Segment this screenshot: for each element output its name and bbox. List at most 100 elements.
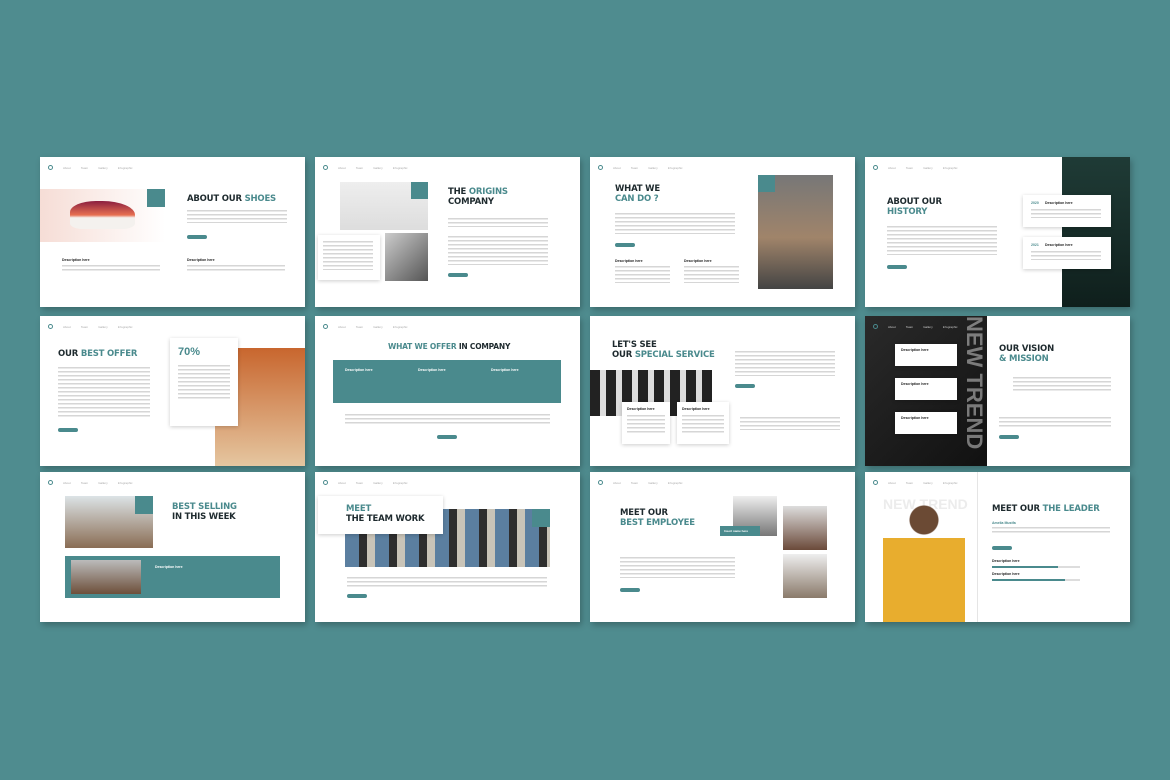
slide-best-offer[interactable]: About Team Gallery Infographic OUR BEST OFF…	[40, 316, 305, 466]
nav-item: Team	[905, 165, 914, 170]
nav-item: Gallery	[98, 480, 108, 485]
description-label: Description here	[901, 348, 929, 352]
icon-box	[532, 509, 550, 527]
slide-origins[interactable]: About Team Gallery Infographic THE ORIGINS C…	[315, 157, 580, 307]
title-card: MEET THE TEAM WORK	[318, 496, 443, 534]
nav-item: Infographic	[942, 480, 958, 485]
slide-leader[interactable]: AboutTeamGalleryInfographic NEW TREND ME…	[865, 472, 1130, 622]
learn-more-button[interactable]	[620, 588, 640, 592]
slide-vision-mission[interactable]: About Team Gallery Infographic NEW TREND De…	[865, 316, 1130, 466]
description-label: Description here	[418, 368, 446, 372]
learn-more-button[interactable]	[187, 235, 207, 239]
learn-more-button[interactable]	[347, 594, 367, 598]
slide-about-shoes[interactable]: About Team Gallery Infographic ABOUT OUR SH…	[40, 157, 305, 307]
boot-photo	[758, 175, 833, 289]
learn-more-button[interactable]	[735, 384, 755, 388]
nav-item: Gallery	[648, 480, 658, 485]
slide-history[interactable]: About Team Gallery Infographic ABOUT OUR HIS…	[865, 157, 1130, 307]
description-label: Description here	[901, 416, 929, 420]
nav-item: About	[338, 165, 346, 170]
nav-item: Infographic	[667, 480, 683, 485]
slide-title: MEET OUR	[992, 504, 1043, 514]
description-label: Description here	[627, 407, 655, 411]
slide-title: OUR	[58, 349, 81, 359]
learn-more-button[interactable]	[58, 428, 78, 432]
slide-special-service[interactable]: LET'S SEE OUR SPECIAL SERVICE Description…	[590, 316, 855, 466]
slide-title-accent: & MISSION	[999, 354, 1049, 364]
nav-item: About	[613, 165, 621, 170]
nav-item: Infographic	[942, 165, 958, 170]
description-label: Description here	[615, 259, 643, 263]
nav-item: Team	[355, 324, 364, 329]
description-label: Description here	[187, 258, 215, 262]
search-icon	[48, 165, 53, 170]
offer-band: Description here Description here Descri…	[333, 360, 561, 403]
slide-title: ABOUT OUR	[887, 197, 942, 207]
description-label: Description here	[62, 258, 90, 262]
learn-more-button[interactable]	[887, 265, 907, 269]
search-icon	[598, 480, 603, 485]
description-label: Description here	[682, 407, 710, 411]
slide-title: THE	[448, 187, 469, 197]
employee-photo	[783, 506, 827, 550]
slide-title: OUR VISION	[999, 344, 1054, 354]
shoe-icon-box	[147, 189, 165, 207]
photo	[385, 233, 428, 281]
description-label: Description here	[684, 259, 712, 263]
slide-best-selling[interactable]: About Team Gallery Infographic BEST SELLING…	[40, 472, 305, 622]
learn-more-button[interactable]	[999, 435, 1019, 439]
description-label: Description here	[491, 368, 519, 372]
slide-title-accent: SHOES	[244, 194, 277, 204]
mission-card: Description here	[895, 344, 957, 366]
slide-best-employee[interactable]: About Team Gallery Infographic MEET OUR BEST…	[590, 472, 855, 622]
service-card: Description here	[677, 402, 729, 444]
description-label: Description here	[1045, 201, 1073, 205]
nav-item: Infographic	[117, 480, 133, 485]
slide-title-accent: BEST SELLING	[172, 502, 237, 512]
nav-item: Infographic	[942, 324, 958, 329]
search-icon	[873, 324, 878, 329]
nav-item: About	[888, 165, 896, 170]
nav-item: Infographic	[392, 480, 408, 485]
slide-title-accent: BEST EMPLOYEE	[620, 518, 695, 528]
nav-item: Gallery	[373, 324, 383, 329]
slide-title: COMPANY	[448, 197, 494, 207]
text-card	[318, 235, 380, 280]
learn-more-button[interactable]	[448, 273, 468, 277]
slide-title: MEET OUR	[620, 508, 668, 518]
slide-nav: About Team Gallery Infographic	[48, 165, 133, 170]
nav-item: Gallery	[923, 324, 933, 329]
search-icon	[323, 165, 328, 170]
nav-item: Team	[80, 324, 89, 329]
slide-title-accent: ORIGINS	[468, 187, 508, 197]
slide-title-accent: HISTORY	[887, 207, 928, 217]
slide-what-we-can-do[interactable]: About Team Gallery Infographic WHAT WE CAN D…	[590, 157, 855, 307]
nav-item: Gallery	[648, 165, 658, 170]
icon-box	[135, 496, 153, 514]
slide-title-accent: BEST OFFER	[80, 349, 138, 359]
progress-label: Description here	[992, 572, 1020, 576]
nav-item: Infographic	[392, 324, 408, 329]
watermark-text: NEW TREND	[962, 316, 987, 450]
nav-item: About	[63, 324, 71, 329]
nav-item: About	[613, 480, 621, 485]
nav-item: About	[888, 324, 896, 329]
product-band: Description here	[65, 556, 280, 598]
slide-title: LET'S SEE	[612, 340, 657, 350]
offer-card: 70%	[170, 338, 238, 426]
learn-more-button[interactable]	[615, 243, 635, 247]
slide-team-work[interactable]: About Team Gallery Infographic MEET THE TEAM…	[315, 472, 580, 622]
badge-label: Insert name here	[724, 529, 749, 533]
slide-title: IN COMPANY	[458, 342, 511, 351]
mission-card: Description here	[895, 412, 957, 434]
timeline-card: 2021 Description here	[1023, 237, 1111, 269]
icon-box	[411, 182, 428, 199]
slide-title: IN THIS WEEK	[172, 512, 236, 522]
learn-more-button[interactable]	[437, 435, 457, 439]
slide-what-we-offer[interactable]: About Team Gallery Infographic WHAT WE OFFE…	[315, 316, 580, 466]
nav-item: Gallery	[98, 324, 108, 329]
progress-label: Description here	[992, 559, 1020, 563]
search-icon	[873, 165, 878, 170]
nav-item: About	[63, 480, 71, 485]
learn-more-button[interactable]	[992, 546, 1012, 550]
